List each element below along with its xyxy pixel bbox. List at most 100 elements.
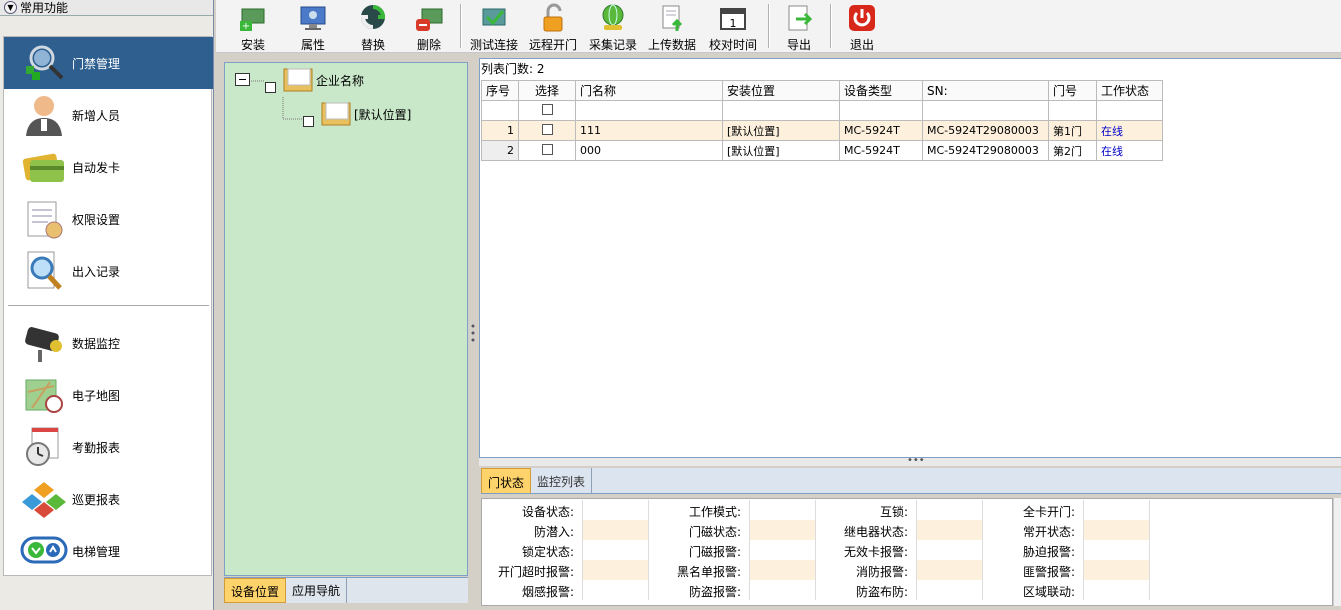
door-name: 111 — [575, 120, 723, 141]
column-header[interactable]: 工作状态 — [1096, 80, 1163, 101]
row-checkbox[interactable] — [541, 123, 553, 135]
status-label: 开门超时报警: — [497, 565, 574, 579]
nav-item-label: 出入记录 — [72, 264, 121, 279]
horizontal-splitter[interactable]: ••• — [479, 455, 1341, 466]
test-connection-icon — [482, 8, 506, 26]
column-header[interactable]: 门号 — [1048, 80, 1097, 101]
export-button[interactable]: 导出 — [784, 0, 814, 53]
status-value — [1083, 520, 1150, 540]
serial-number: MC-5924T29080003 — [922, 120, 1049, 141]
status-label: 设备状态: — [521, 505, 574, 519]
status-scrollbar[interactable] — [1333, 498, 1341, 606]
status-value — [582, 540, 649, 560]
status-value — [916, 520, 983, 540]
status-row: 开门超时报警: 黑名单报警: 消防报警: 匪警报警: — [482, 560, 1152, 580]
remote-open-button[interactable]: 远程开门 — [529, 0, 577, 53]
patrol-icon — [22, 482, 66, 518]
properties-button[interactable]: 属性 — [298, 0, 328, 53]
status-row: 防潜入: 门磁状态: 继电器状态: 常开状态: — [482, 520, 1152, 540]
filter-cell[interactable] — [1048, 100, 1097, 121]
tree-connector-lines — [251, 80, 303, 120]
select-all-checkbox[interactable] — [541, 103, 553, 115]
nav-item-auto-card[interactable]: 自动发卡 — [4, 141, 213, 193]
status-label: 无效卡报警: — [843, 545, 908, 559]
toolbar-divider — [460, 4, 462, 48]
status-value — [1083, 500, 1150, 520]
table-header-row: 序号 选择 门名称 安装位置 设备类型 SN: 门号 工作状态 — [481, 80, 1163, 101]
door-table: 序号 选择 门名称 安装位置 设备类型 SN: 门号 工作状态 1 111 [默… — [481, 80, 1163, 161]
nav-item-elevator[interactable]: 电梯管理 — [4, 525, 213, 577]
serial-number: MC-5924T29080003 — [922, 140, 1049, 161]
device-type: MC-5924T — [839, 120, 923, 141]
splitter-grip: ••• — [907, 455, 925, 466]
chevron-down-icon[interactable]: ▼ — [4, 1, 17, 14]
nav-footer — [3, 577, 212, 607]
nav-header[interactable]: ▼ 常用功能 — [0, 0, 213, 16]
tab-app-navigation[interactable]: 应用导航 — [286, 578, 348, 603]
status-value — [749, 500, 816, 520]
tab-device-location[interactable]: 设备位置 — [224, 578, 287, 603]
tab-door-status[interactable]: 门状态 — [481, 468, 532, 493]
status-value — [916, 580, 983, 600]
delete-button[interactable]: 删除 — [414, 0, 444, 53]
svg-text:+: + — [242, 21, 250, 32]
nav-item-patrol-report[interactable]: 巡更报表 — [4, 473, 213, 525]
nav-item-label: 电梯管理 — [72, 544, 121, 559]
collect-records-button[interactable]: 采集记录 — [589, 0, 637, 53]
column-header[interactable]: SN: — [922, 80, 1049, 101]
status-label: 烟感报警: — [521, 585, 574, 599]
nav-item-add-person[interactable]: 新增人员 — [4, 89, 213, 141]
nav-divider — [8, 305, 209, 307]
filter-cell[interactable] — [1096, 100, 1163, 121]
filter-cell[interactable] — [722, 100, 840, 121]
column-header[interactable]: 门名称 — [575, 80, 723, 101]
column-header[interactable]: 序号 — [481, 80, 519, 101]
table-row[interactable]: 2 000 [默认位置] MC-5924T MC-5924T29080003 第… — [481, 140, 1163, 161]
column-header[interactable]: 选择 — [518, 80, 576, 101]
status-value — [749, 580, 816, 600]
nav-item-label: 门禁管理 — [72, 56, 121, 71]
table-row[interactable]: 1 111 [默认位置] MC-5924T MC-5924T29080003 第… — [481, 120, 1163, 141]
row-checkbox[interactable] — [541, 143, 553, 155]
install-location: [默认位置] — [722, 140, 840, 161]
nav-item-access-control[interactable]: 门禁管理 — [4, 37, 213, 89]
row-number: 1 — [481, 120, 519, 141]
device-type: MC-5924T — [839, 140, 923, 161]
upload-data-button[interactable]: 上传数据 — [648, 0, 696, 53]
device-tree: 企业名称 [默认位置] — [224, 62, 468, 576]
calendar-icon: 1 — [720, 8, 746, 30]
filter-cell[interactable] — [839, 100, 923, 121]
install-button[interactable]: + 安装 — [238, 0, 268, 53]
nav-item-access-records[interactable]: 出入记录 — [4, 245, 213, 297]
door-name: 000 — [575, 140, 723, 161]
tab-monitor-list[interactable]: 监控列表 — [531, 468, 593, 493]
filter-cell[interactable] — [922, 100, 1049, 121]
column-header[interactable]: 安装位置 — [722, 80, 840, 101]
nav-item-permissions[interactable]: 权限设置 — [4, 193, 213, 245]
nav-item-data-monitor[interactable]: 数据监控 — [4, 317, 213, 369]
status-tabs: 门状态 监控列表 — [481, 468, 1341, 494]
nav-item-attendance-report[interactable]: 考勤报表 — [4, 421, 213, 473]
status-label: 区域联动: — [1022, 585, 1075, 599]
status-label: 互锁: — [879, 505, 908, 519]
nav-panel: 门禁管理 新增人员 自动发卡 权限设置 出入记录 数据监控 电子地图 考勤报表 … — [3, 36, 213, 577]
nav-item-electronic-map[interactable]: 电子地图 — [4, 369, 213, 421]
status-label: 黑名单报警: — [676, 565, 741, 579]
permission-icon — [27, 201, 63, 239]
exit-button[interactable]: 退出 — [847, 0, 877, 53]
status-value — [916, 500, 983, 520]
status-label: 工作模式: — [688, 505, 741, 519]
filter-cell[interactable] — [575, 100, 723, 121]
status-value — [582, 560, 649, 580]
vertical-splitter[interactable] — [469, 60, 477, 608]
replace-icon — [360, 5, 386, 29]
properties-icon — [300, 6, 326, 30]
column-header[interactable]: 设备类型 — [839, 80, 923, 101]
record-search-icon — [27, 251, 62, 290]
globe-icon — [602, 4, 624, 30]
sync-time-button[interactable]: 1 校对时间 — [709, 0, 757, 53]
test-connection-button[interactable]: 测试连接 — [470, 0, 518, 53]
install-icon: + — [240, 8, 265, 32]
replace-button[interactable]: 替换 — [358, 0, 388, 53]
filter-cell — [481, 100, 519, 121]
